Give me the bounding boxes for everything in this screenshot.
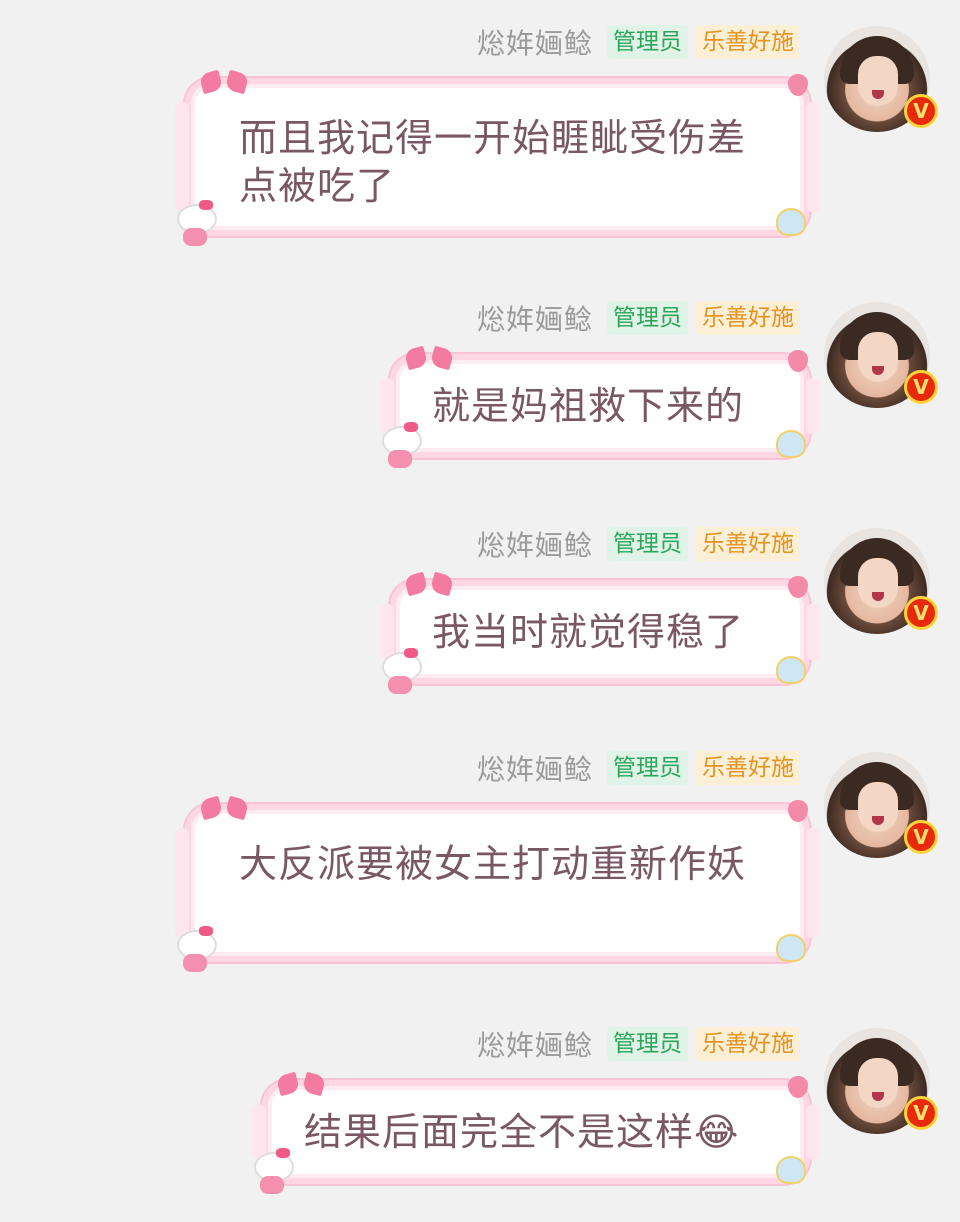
message-text: 而且我记得一开始睚眦受伤差点被吃了 (239, 116, 747, 208)
admin-badge: 管理员 (607, 751, 688, 785)
sender-nickname[interactable]: 焧姩婳鲶 (477, 748, 593, 788)
hello-kitty-icon (173, 924, 217, 974)
verified-icon: V (904, 94, 938, 128)
hello-kitty-icon (173, 198, 217, 248)
sender-meta: 焧姩婳鲶 管理员 乐善好施 (477, 1026, 800, 1062)
hello-kitty-icon (250, 1146, 294, 1196)
admin-badge: 管理员 (607, 25, 688, 59)
message-row: 焧姩婳鲶 管理员 乐善好施 V 大反派要被女主打动重新作妖 (0, 750, 960, 980)
bow-icon (201, 796, 247, 822)
admin-badge: 管理员 (607, 1027, 688, 1061)
honor-badge: 乐善好施 (696, 1027, 800, 1061)
honor-badge: 乐善好施 (696, 301, 800, 335)
message-row: 焧姩婳鲶 管理员 乐善好施 V 我当时就觉得稳了 (0, 526, 960, 706)
hello-kitty-icon (378, 420, 422, 470)
bow-icon (406, 346, 452, 372)
verified-icon: V (904, 596, 938, 630)
message-bubble[interactable]: 我当时就觉得稳了 (380, 576, 820, 694)
message-text: 结果后面完全不是这样😂 (304, 1110, 740, 1154)
strawberry-icon (788, 74, 808, 96)
bow-icon (201, 70, 247, 96)
sender-nickname[interactable]: 焧姩婳鲶 (477, 1024, 593, 1064)
strawberry-icon (788, 1076, 808, 1098)
verified-icon: V (904, 1096, 938, 1130)
admin-badge: 管理员 (607, 301, 688, 335)
strawberry-icon (788, 576, 808, 598)
sender-nickname[interactable]: 焧姩婳鲶 (477, 298, 593, 338)
message-bubble[interactable]: 而且我记得一开始睚眦受伤差点被吃了 (175, 74, 820, 246)
heart-icon (776, 656, 806, 684)
sender-meta: 焧姩婳鲶 管理员 乐善好施 (477, 750, 800, 786)
message-text: 我当时就觉得稳了 (432, 610, 745, 654)
verified-icon: V (904, 820, 938, 854)
sender-nickname[interactable]: 焧姩婳鲶 (477, 524, 593, 564)
sender-meta: 焧姩婳鲶 管理员 乐善好施 (477, 526, 800, 562)
message-row: 焧姩婳鲶 管理员 乐善好施 V 结果后面完全不是这样😂 (0, 1026, 960, 1206)
honor-badge: 乐善好施 (696, 751, 800, 785)
heart-icon (776, 934, 806, 962)
message-bubble[interactable]: 就是妈祖救下来的 (380, 350, 820, 468)
strawberry-icon (788, 800, 808, 822)
sender-nickname[interactable]: 焧姩婳鲶 (477, 22, 593, 62)
bow-icon (278, 1072, 324, 1098)
hello-kitty-icon (378, 646, 422, 696)
bow-icon (406, 572, 452, 598)
message-row: 焧姩婳鲶 管理员 乐善好施 V 而且我记得一开始睚眦受伤差点被吃了 (0, 24, 960, 254)
heart-icon (776, 430, 806, 458)
strawberry-icon (788, 350, 808, 372)
message-bubble[interactable]: 大反派要被女主打动重新作妖 (175, 800, 820, 972)
heart-icon (776, 1156, 806, 1184)
honor-badge: 乐善好施 (696, 25, 800, 59)
message-text: 就是妈祖救下来的 (432, 384, 745, 428)
sender-meta: 焧姩婳鲶 管理员 乐善好施 (477, 300, 800, 336)
honor-badge: 乐善好施 (696, 527, 800, 561)
verified-icon: V (904, 370, 938, 404)
admin-badge: 管理员 (607, 527, 688, 561)
chat-thread: 焧姩婳鲶 管理员 乐善好施 V 而且我记得一开始睚眦受伤差点被吃了 焧姩婳鲶 管… (0, 0, 960, 1222)
message-row: 焧姩婳鲶 管理员 乐善好施 V 就是妈祖救下来的 (0, 300, 960, 480)
message-bubble[interactable]: 结果后面完全不是这样😂 (252, 1076, 820, 1194)
sender-meta: 焧姩婳鲶 管理员 乐善好施 (477, 24, 800, 60)
heart-icon (776, 208, 806, 236)
message-text: 大反派要被女主打动重新作妖 (239, 842, 747, 886)
